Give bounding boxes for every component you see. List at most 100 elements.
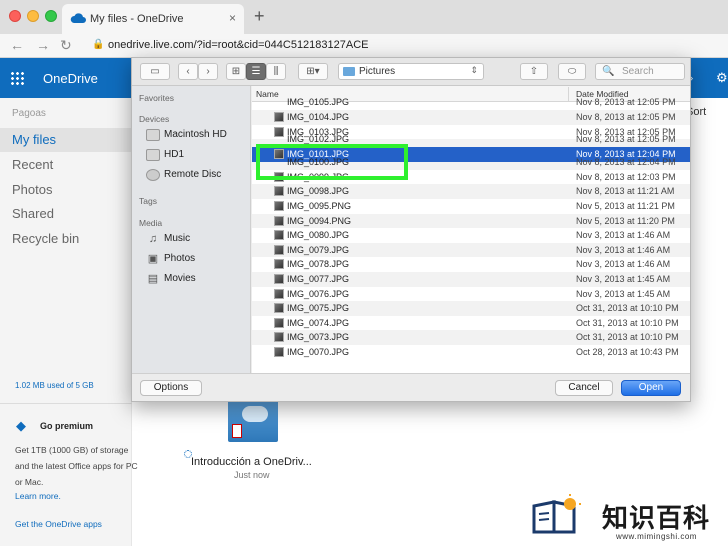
search-field[interactable]: 🔍 Search — [595, 63, 685, 80]
go-premium-text: Get 1TB (1000 GB) of storage and the lat… — [15, 445, 138, 487]
options-button[interactable]: Options — [140, 380, 202, 396]
browser-tab[interactable]: My files - OneDrive × — [62, 4, 244, 34]
file-row[interactable]: IMG_0076.JPG Nov 3, 2013 at 1:45 AM — [252, 287, 690, 302]
file-name: IMG_0075.JPG — [287, 303, 350, 314]
list-view-button[interactable]: ☰ — [246, 63, 266, 80]
sidebar-item-label: Macintosh HD — [164, 129, 227, 140]
file-name: IMG_0102.JPG — [287, 134, 350, 145]
image-file-icon — [274, 332, 284, 343]
nav-shared[interactable]: Shared — [0, 202, 132, 226]
file-row[interactable]: IMG_0078.JPG Nov 3, 2013 at 1:46 AM — [252, 257, 690, 272]
file-date: Nov 8, 2013 at 12:04 PM — [576, 156, 676, 167]
file-date: Oct 31, 2013 at 10:10 PM — [576, 303, 679, 314]
minimize-window-button[interactable] — [27, 10, 39, 22]
file-row[interactable]: IMG_0080.JPG Nov 3, 2013 at 1:46 AM — [252, 228, 690, 243]
sidebar-divider — [0, 403, 132, 404]
new-tab-button[interactable]: + — [254, 6, 265, 27]
location-popup[interactable]: Pictures ⇕ — [338, 63, 484, 80]
forward-button[interactable]: › — [198, 63, 218, 80]
nav-recent[interactable]: Recent — [0, 153, 132, 177]
devices-heading: Devices — [139, 114, 170, 124]
file-name: IMG_0105.JPG — [287, 97, 350, 107]
sidebar-item-label: Photos — [164, 253, 196, 264]
disc-icon — [146, 169, 160, 181]
file-row[interactable]: IMG_0077.JPG Nov 3, 2013 at 1:45 AM — [252, 271, 690, 287]
zoom-window-button[interactable] — [45, 10, 57, 22]
file-row[interactable]: IMG_0070.JPG Oct 28, 2013 at 10:43 PM — [252, 345, 690, 360]
tag-button[interactable]: ⬭ — [558, 63, 586, 80]
file-row[interactable]: IMG_0104.JPG Nov 8, 2013 at 12:05 PM — [252, 110, 690, 125]
share-button[interactable]: ⇧ — [520, 63, 548, 80]
file-name: IMG_0080.JPG — [287, 230, 350, 241]
music-note-icon: ♫ — [148, 233, 158, 245]
file-date: Nov 5, 2013 at 11:20 PM — [576, 215, 675, 226]
highlight-annotation — [256, 144, 408, 180]
file-row[interactable]: IMG_0098.JPG Nov 8, 2013 at 11:21 AM — [252, 184, 690, 199]
file-date: Nov 3, 2013 at 1:45 AM — [576, 288, 671, 299]
reload-icon[interactable]: ↻ — [60, 37, 72, 54]
watermark: 知识百科 www.mimingshi.com — [518, 486, 728, 546]
arrange-button[interactable]: ⊞▾ — [298, 63, 328, 80]
file-list: Name Date Modified IMG_0105.JPG Nov 8, 20… — [252, 86, 690, 373]
file-name: IMG_0079.JPG — [287, 244, 350, 255]
name-column-header[interactable]: Name — [256, 89, 279, 99]
back-button[interactable]: ‹ — [178, 63, 198, 80]
search-icon: 🔍 — [602, 66, 615, 77]
updown-arrows-icon: ⇕ — [470, 65, 478, 75]
file-row[interactable]: IMG_0095.PNG Nov 5, 2013 at 11:21 PM — [252, 199, 690, 214]
favorites-heading: Favorites — [139, 93, 174, 103]
sidebar-toggle-button[interactable]: ▭ — [140, 63, 170, 80]
storage-usage[interactable]: 1.02 MB used of 5 GB — [15, 381, 94, 390]
cloud-icon — [242, 406, 268, 422]
file-row[interactable]: IMG_0075.JPG Oct 31, 2013 at 10:10 PM — [252, 301, 690, 316]
document-icon — [232, 424, 242, 438]
nav-recycle-bin[interactable]: Recycle bin — [0, 227, 132, 251]
file-name: IMG_0076.JPG — [287, 288, 350, 299]
file-name: IMG_0070.JPG — [287, 346, 350, 357]
file-rows: IMG_0105.JPG Nov 8, 2013 at 12:05 PM IMG_0… — [252, 97, 690, 360]
image-file-icon — [274, 346, 284, 357]
tab-close-icon[interactable]: × — [229, 11, 236, 25]
file-row[interactable]: IMG_0073.JPG Oct 31, 2013 at 10:10 PM — [252, 330, 690, 345]
gear-icon[interactable]: ⚙ — [716, 70, 728, 86]
app-launcher-icon[interactable] — [10, 71, 24, 85]
cancel-button[interactable]: Cancel — [555, 380, 613, 396]
file-name: IMG_0078.JPG — [287, 259, 350, 270]
folder-thumbnail[interactable] — [228, 400, 278, 442]
location-name: Pictures — [359, 66, 396, 77]
dialog-footer: Options Cancel Open — [132, 373, 690, 401]
close-window-button[interactable] — [9, 10, 21, 22]
file-date: Nov 3, 2013 at 1:45 AM — [576, 273, 671, 284]
column-divider[interactable] — [568, 87, 569, 101]
back-arrow-icon[interactable]: ← — [10, 37, 24, 53]
file-date: Nov 3, 2013 at 1:46 AM — [576, 259, 671, 270]
folder-name[interactable]: Introducción a OneDriv... — [191, 456, 312, 468]
go-premium-title: Go premium — [40, 421, 94, 431]
forward-arrow-icon[interactable]: → — [36, 37, 50, 53]
file-row[interactable]: IMG_0074.JPG Oct 31, 2013 at 10:10 PM — [252, 316, 690, 331]
user-name: Pagoas — [12, 108, 46, 119]
nav-photos[interactable]: Photos — [0, 178, 132, 202]
onedrive-cloud-icon — [70, 13, 86, 23]
learn-more-link[interactable]: Learn more. — [15, 491, 61, 501]
watermark-title: 知识百科 — [602, 503, 711, 533]
file-date: Nov 3, 2013 at 1:46 AM — [576, 230, 671, 241]
file-date: Nov 8, 2013 at 12:05 PM — [576, 112, 676, 122]
nav-my-files[interactable]: My files — [0, 128, 132, 152]
open-button[interactable]: Open — [621, 380, 681, 396]
file-row[interactable]: IMG_0105.JPG Nov 8, 2013 at 12:05 PM — [252, 97, 690, 110]
file-name: IMG_0098.JPG — [287, 186, 350, 197]
icon-view-button[interactable]: ⊞ — [226, 63, 246, 80]
sidebar-item-label: Music — [164, 233, 191, 244]
tags-heading: Tags — [139, 196, 157, 206]
column-view-button[interactable]: ⫼ — [266, 63, 286, 80]
film-icon: ▤ — [147, 273, 159, 285]
file-date: Oct 28, 2013 at 10:43 PM — [576, 346, 679, 357]
onedrive-brand[interactable]: OneDrive — [43, 71, 98, 86]
file-row[interactable]: IMG_0094.PNG Nov 5, 2013 at 11:20 PM — [252, 213, 690, 229]
image-file-icon — [274, 288, 284, 299]
image-file-icon — [274, 317, 284, 328]
url-field[interactable]: onedrive.live.com/?id=root&cid=044C51218… — [108, 39, 369, 51]
file-row[interactable]: IMG_0079.JPG Nov 3, 2013 at 1:46 AM — [252, 242, 690, 258]
get-apps-link[interactable]: Get the OneDrive apps — [15, 519, 102, 529]
